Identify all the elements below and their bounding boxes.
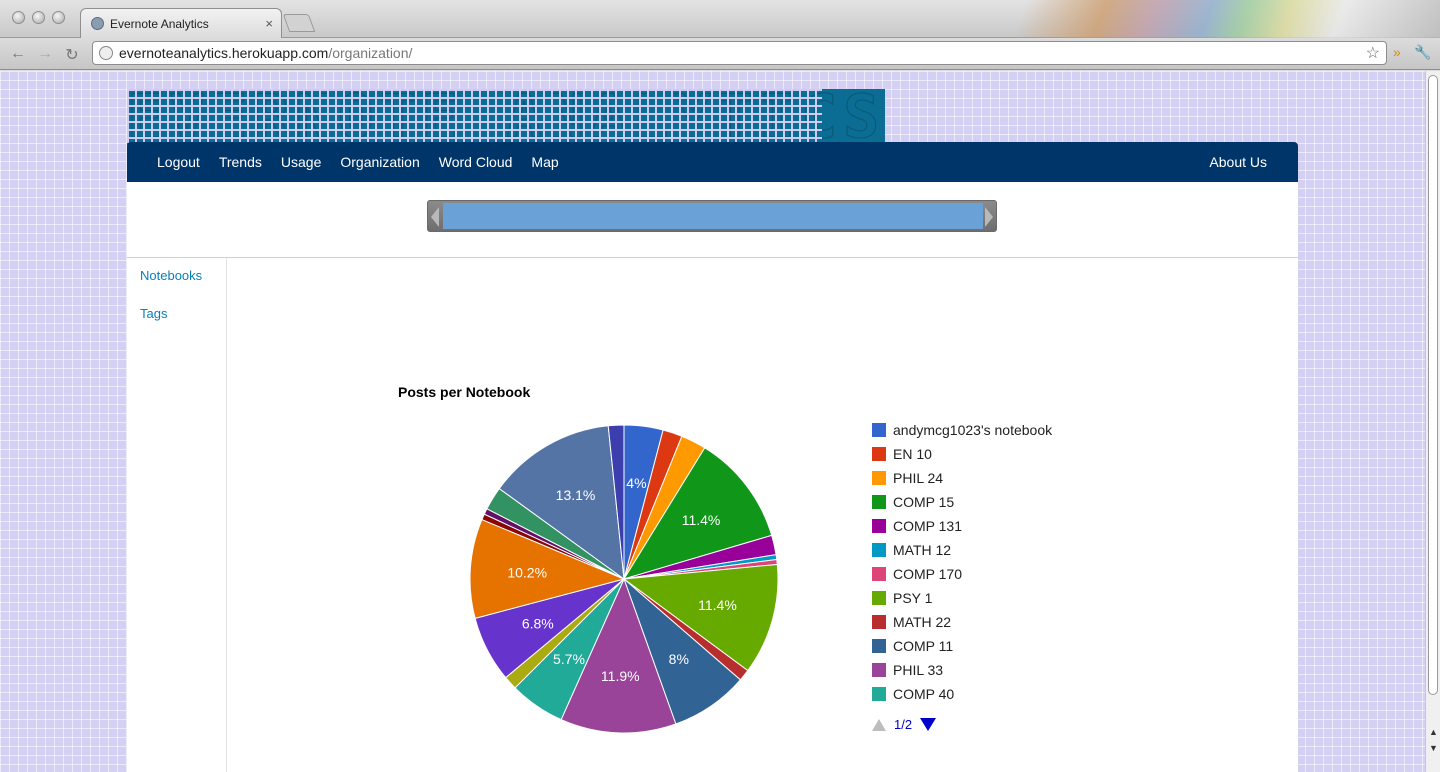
legend-item[interactable]: COMP 15 [872, 494, 954, 510]
browser-titlebar: Evernote Analytics × [0, 0, 1440, 38]
nav-trends[interactable]: Trends [219, 154, 262, 170]
legend-label: COMP 15 [893, 494, 955, 510]
legend-item[interactable]: COMP 11 [872, 638, 953, 654]
legend-label: EN 10 [893, 446, 932, 462]
wrench-icon[interactable]: 🔧 [1414, 44, 1431, 61]
legend-label: COMP 170 [893, 566, 962, 582]
main-content: Notebooks Tags Posts per Notebook 4% 11.4… [127, 182, 1298, 772]
legend-prev-icon[interactable] [872, 718, 886, 731]
date-range-slider[interactable] [427, 200, 997, 232]
pie-slice-label: 8% [669, 651, 689, 667]
legend-swatch [872, 519, 886, 533]
legend-swatch [872, 687, 886, 701]
pie-chart[interactable]: 4% 11.4% 11.4% 8% 11.9% 5.7% 6.8% 10.2% 13.1% [467, 422, 781, 736]
legend-label: PSY 1 [893, 590, 933, 606]
sidebar: Notebooks Tags [127, 258, 227, 772]
pie-slice-label: 13.1% [556, 487, 596, 503]
legend-label: PHIL 24 [893, 470, 944, 486]
legend-label: COMP 11 [893, 638, 954, 654]
section-divider [127, 257, 1298, 258]
legend-label: COMP 131 [893, 518, 962, 534]
legend-next-icon[interactable] [920, 718, 937, 731]
pie-slice-label: 6.8% [522, 616, 554, 632]
slider-left-handle-icon[interactable] [431, 207, 439, 227]
forward-arrow-icon[interactable]: → [36, 45, 54, 63]
legend-swatch [872, 423, 886, 437]
legend-item[interactable]: MATH 22 [872, 614, 951, 630]
nav-map[interactable]: Map [531, 154, 558, 170]
legend-item[interactable]: PSY 1 [872, 590, 932, 606]
legend-swatch [872, 495, 886, 509]
scroll-up-icon[interactable]: ▲ [1429, 727, 1438, 737]
url-path: /organization/ [328, 45, 413, 61]
legend-swatch [872, 663, 886, 677]
page-icon [99, 46, 113, 60]
slider-range-fill[interactable] [443, 203, 983, 229]
legend-item[interactable]: EN 10 [872, 446, 932, 462]
sidebar-item-tags[interactable]: Tags [140, 306, 167, 321]
pie-slice-label: 4% [626, 475, 646, 491]
back-arrow-icon[interactable]: ← [9, 45, 27, 63]
globe-icon [91, 17, 104, 30]
legend-swatch [872, 471, 886, 485]
minimize-window-button[interactable] [32, 11, 45, 24]
legend-item[interactable]: PHIL 33 [872, 662, 943, 678]
legend-label: MATH 12 [893, 542, 952, 558]
extensions-chevron-icon[interactable]: » [1393, 44, 1401, 60]
page-scrollbar[interactable]: ▲ ▼ [1425, 71, 1440, 772]
close-window-button[interactable] [12, 11, 25, 24]
nav-logout[interactable]: Logout [157, 154, 200, 170]
legend-swatch [872, 447, 886, 461]
nav-word-cloud[interactable]: Word Cloud [439, 154, 513, 170]
nav-about-us[interactable]: About Us [1209, 154, 1267, 170]
browser-tab-active[interactable]: Evernote Analytics × [80, 8, 282, 38]
new-tab-button[interactable] [282, 14, 316, 32]
pie-slice-label: 5.7% [553, 651, 585, 667]
titlebar-theme-art [920, 0, 1440, 38]
legend-item[interactable]: COMP 131 [872, 518, 962, 534]
legend-item[interactable]: MATH 12 [872, 542, 951, 558]
scroll-down-icon[interactable]: ▼ [1429, 743, 1438, 753]
tab-close-icon[interactable]: × [265, 16, 273, 31]
legend-page-label: 1/2 [894, 717, 913, 732]
nav-usage[interactable]: Usage [281, 154, 321, 170]
nav-organization[interactable]: Organization [340, 154, 419, 170]
reload-icon[interactable]: ↻ [63, 45, 81, 65]
pie-slice-label: 11.4% [682, 512, 721, 528]
page-viewport: EVERNOTE ANALYTICS Logout Trends Usage O… [0, 71, 1425, 772]
site-logo: EVERNOTE ANALYTICS [126, 82, 886, 152]
legend-item[interactable]: PHIL 24 [872, 470, 943, 486]
legend-label: PHIL 33 [893, 662, 944, 678]
legend-swatch [872, 615, 886, 629]
url-host: evernoteanalytics.herokuapp.com [119, 45, 329, 61]
legend-swatch [872, 567, 886, 581]
legend-label: MATH 22 [893, 614, 952, 630]
legend-item[interactable]: andymcg1023's notebook [872, 422, 1052, 438]
sidebar-item-notebooks[interactable]: Notebooks [140, 268, 202, 283]
address-bar[interactable]: evernoteanalytics.herokuapp.com/organiza… [92, 41, 1387, 65]
chart-title: Posts per Notebook [398, 384, 531, 400]
scrollbar-thumb[interactable] [1428, 75, 1438, 695]
legend-item[interactable]: COMP 40 [872, 686, 954, 702]
pie-slice-label: 10.2% [507, 564, 547, 580]
legend-swatch [872, 591, 886, 605]
tab-title: Evernote Analytics [110, 16, 209, 31]
legend-label: andymcg1023's notebook [893, 422, 1053, 438]
browser-toolbar: ← → ↻ evernoteanalytics.herokuapp.com/or… [0, 38, 1440, 70]
legend-swatch [872, 543, 886, 557]
legend-swatch [872, 639, 886, 653]
legend-label: COMP 40 [893, 686, 955, 702]
slider-right-handle-icon[interactable] [985, 207, 993, 227]
bookmark-star-icon[interactable]: ☆ [1366, 43, 1380, 63]
legend-item[interactable]: COMP 170 [872, 566, 962, 582]
pie-slice-label: 11.9% [601, 668, 640, 684]
zoom-window-button[interactable] [52, 11, 65, 24]
pie-slice-label: 11.4% [698, 597, 737, 613]
main-navbar: Logout Trends Usage Organization Word Cl… [127, 142, 1298, 182]
legend-pager: 1/2 [872, 717, 937, 732]
